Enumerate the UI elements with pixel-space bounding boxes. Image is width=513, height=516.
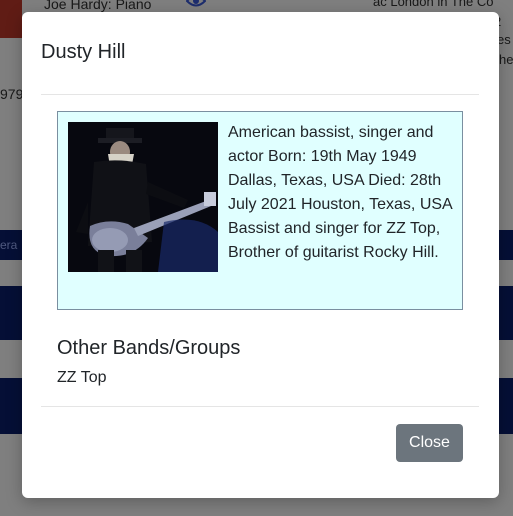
modal-header: Dusty Hill — [41, 40, 479, 95]
modal-footer-divider — [41, 406, 479, 407]
close-button[interactable]: Close — [396, 424, 463, 462]
other-band-item: ZZ Top — [57, 369, 107, 386]
artist-modal: Dusty Hill American bassist, singer and … — [22, 12, 499, 498]
artist-bio: American bassist, singer and actor Born:… — [228, 124, 452, 261]
bio-box: American bassist, singer and actor Born:… — [57, 111, 463, 310]
artist-photo-image — [68, 122, 218, 272]
modal-title: Dusty Hill — [41, 41, 126, 63]
other-bands-heading: Other Bands/Groups — [57, 337, 241, 359]
artist-photo — [68, 122, 218, 272]
